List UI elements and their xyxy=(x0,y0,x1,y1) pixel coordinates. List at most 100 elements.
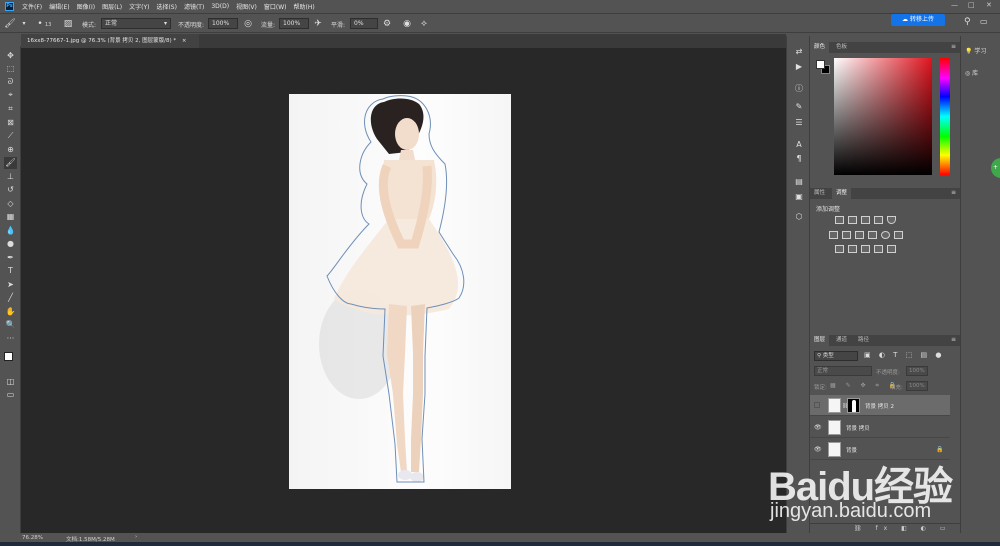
workspace-icon[interactable]: ▭ xyxy=(980,17,988,26)
character-panel-icon[interactable]: A xyxy=(793,139,805,150)
quick-select-tool-icon[interactable]: ⌖ xyxy=(4,89,17,101)
dodge-tool-icon[interactable]: ● xyxy=(4,238,17,250)
menu-help[interactable]: 帮助(H) xyxy=(294,2,315,11)
color-lookup-icon[interactable] xyxy=(894,231,903,239)
screen-mode-icon[interactable]: ▭ xyxy=(4,389,17,401)
selective-color-icon[interactable] xyxy=(887,245,896,253)
zoom-tool-icon[interactable]: 🔍 xyxy=(4,319,17,331)
clone-stamp-tool-icon[interactable]: ⊥ xyxy=(4,171,17,183)
layer-opacity-field[interactable]: 100% xyxy=(906,366,928,376)
document-image[interactable] xyxy=(289,94,511,489)
zoom-level[interactable]: 76.28% xyxy=(22,535,43,541)
channel-mixer-icon[interactable] xyxy=(881,231,890,239)
visibility-toggle-hidden[interactable] xyxy=(814,402,820,408)
opacity-field[interactable]: 100% xyxy=(208,18,238,29)
type-tool-icon[interactable]: T xyxy=(4,265,17,277)
path-select-tool-icon[interactable]: ➤ xyxy=(4,279,17,291)
color-field[interactable] xyxy=(834,58,932,175)
move-tool-icon[interactable]: ✥ xyxy=(4,50,17,62)
minimize-icon[interactable]: — xyxy=(951,1,958,9)
blend-mode-select[interactable]: 正常 xyxy=(814,366,872,376)
learn-panel-button[interactable]: 💡 学习 xyxy=(965,46,999,58)
eye-icon[interactable]: 👁 xyxy=(814,446,822,453)
gradient-map-icon[interactable] xyxy=(874,245,883,253)
menu-view[interactable]: 视图(V) xyxy=(236,2,257,11)
close-window-icon[interactable]: ✕ xyxy=(986,1,992,9)
airbrush-icon[interactable]: ✈ xyxy=(312,18,324,30)
eye-icon[interactable]: 👁 xyxy=(814,424,822,431)
tab-channels[interactable]: 通道 xyxy=(832,335,851,346)
line-tool-icon[interactable]: ╱ xyxy=(4,292,17,304)
menu-3d[interactable]: 3D(D) xyxy=(211,3,229,10)
layer-name[interactable]: 背景 拷贝 2 xyxy=(865,402,894,410)
notes-panel-icon[interactable]: ▣ xyxy=(793,191,805,202)
brush-settings-icon[interactable]: ▨ xyxy=(62,18,74,30)
more-tools-icon[interactable]: ··· xyxy=(4,333,17,345)
paragraph-panel-icon[interactable]: ¶ xyxy=(793,153,805,164)
frame-tool-icon[interactable]: ⊠ xyxy=(4,117,17,129)
color-balance-icon[interactable] xyxy=(842,231,851,239)
layer-row-copy2[interactable]: ⛓ 背景 拷贝 2 xyxy=(810,395,950,416)
actions-panel-icon[interactable]: ▶ xyxy=(793,61,805,72)
brightness-icon[interactable] xyxy=(835,216,844,224)
tab-layers[interactable]: 图层 xyxy=(810,335,830,346)
posterize-icon[interactable] xyxy=(848,245,857,253)
layer-filter-icons[interactable]: ▣ ◐ T ⬚ ▤ ● xyxy=(864,351,944,359)
close-tab-icon[interactable]: × xyxy=(182,38,187,44)
invert-icon[interactable] xyxy=(835,245,844,253)
vibrance-icon[interactable] xyxy=(887,216,896,224)
maximize-icon[interactable]: □ xyxy=(968,1,975,9)
history-brush-tool-icon[interactable]: ↺ xyxy=(4,184,17,196)
chevron-right-icon[interactable]: › xyxy=(135,534,137,540)
pressure-opacity-icon[interactable]: ◎ xyxy=(242,18,254,30)
library-panel-button[interactable]: ◎ 库 xyxy=(965,68,999,80)
menu-type[interactable]: 文字(Y) xyxy=(129,2,149,11)
pen-tool-icon[interactable]: ✒ xyxy=(4,252,17,264)
chevron-down-icon[interactable]: ▾ xyxy=(18,18,30,30)
photo-filter-icon[interactable] xyxy=(868,231,877,239)
brush-tool-icon[interactable]: 🖌 xyxy=(4,157,17,169)
crop-tool-icon[interactable]: ⌗ xyxy=(4,103,17,115)
marquee-tool-icon[interactable]: ⬚ xyxy=(4,63,17,75)
menu-filter[interactable]: 滤镜(T) xyxy=(184,2,204,11)
tab-properties[interactable]: 属性 xyxy=(810,188,829,199)
cloud-upload-button[interactable]: ☁ 转移上传 xyxy=(891,14,945,26)
gradient-tool-icon[interactable]: ▦ xyxy=(4,211,17,223)
smoothing-field[interactable]: 0% xyxy=(350,18,378,29)
eraser-tool-icon[interactable]: ◇ xyxy=(4,198,17,210)
mode-select[interactable]: 正常 ▾ xyxy=(101,18,171,29)
menu-image[interactable]: 图像(I) xyxy=(77,2,95,11)
color-fg-swatch[interactable] xyxy=(816,60,825,69)
menu-select[interactable]: 选择(S) xyxy=(156,2,177,11)
menu-layer[interactable]: 图层(L) xyxy=(102,2,122,11)
black-white-icon[interactable] xyxy=(855,231,864,239)
info-panel-icon[interactable]: ⓘ xyxy=(793,83,805,94)
adjustments-strip-icon[interactable]: ☰ xyxy=(793,117,805,128)
layer-mask-thumbnail[interactable] xyxy=(847,398,860,413)
floating-plus-button[interactable]: + xyxy=(991,158,1000,178)
tab-adjustments[interactable]: 调整 xyxy=(832,188,852,199)
3d-panel-icon[interactable]: ⬡ xyxy=(793,211,805,222)
tab-swatches[interactable]: 色板 xyxy=(832,42,851,53)
layer-filter-select[interactable]: ⚲ 类型 xyxy=(814,351,858,361)
hue-saturation-icon[interactable] xyxy=(829,231,838,239)
lasso-tool-icon[interactable]: ᘐ xyxy=(4,76,17,88)
menu-file[interactable]: 文件(F) xyxy=(22,2,42,11)
libraries-strip-icon[interactable]: ▤ xyxy=(793,176,805,187)
threshold-icon[interactable] xyxy=(861,245,870,253)
canvas-area[interactable] xyxy=(21,48,786,533)
tab-color[interactable]: 颜色 xyxy=(810,42,830,53)
hand-tool-icon[interactable]: ✋ xyxy=(4,306,17,318)
gear-icon[interactable]: ⚙ xyxy=(381,18,393,30)
menu-edit[interactable]: 编辑(E) xyxy=(49,2,69,11)
panel-menu-icon[interactable]: ≡ xyxy=(951,189,956,196)
menu-window[interactable]: 窗口(W) xyxy=(264,2,287,11)
panel-menu-icon[interactable]: ≡ xyxy=(951,43,956,50)
layer-row-background[interactable]: 👁 背景 🔒 xyxy=(810,439,950,460)
flow-field[interactable]: 100% xyxy=(279,18,309,29)
eyedropper-tool-icon[interactable]: ⟋ xyxy=(4,130,17,142)
pressure-size-icon[interactable]: ◉ xyxy=(401,18,413,30)
levels-icon[interactable] xyxy=(848,216,857,224)
healing-brush-tool-icon[interactable]: ⊕ xyxy=(4,144,17,156)
foreground-color-swatch[interactable] xyxy=(4,352,13,361)
